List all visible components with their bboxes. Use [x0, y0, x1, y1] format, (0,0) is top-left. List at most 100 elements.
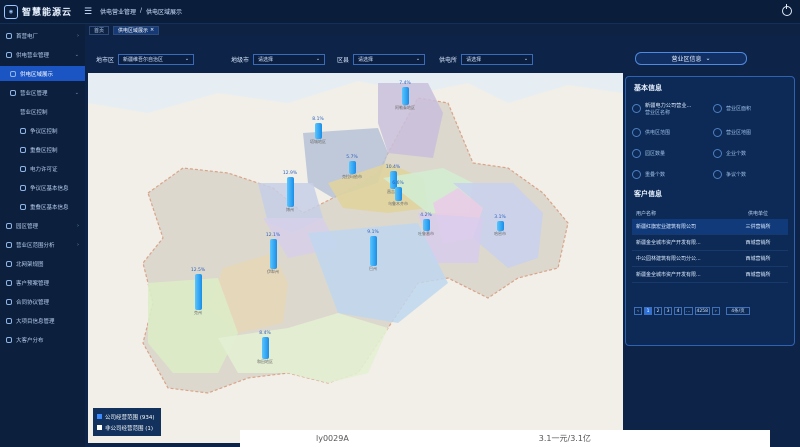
sidebar-item-home[interactable]: 首营电厂 ›: [0, 28, 85, 43]
page-button[interactable]: 4258: [694, 307, 710, 315]
map-bar-marker[interactable]: 12.9% 博州: [278, 171, 302, 213]
sidebar-item-dispute-info[interactable]: 争议区基本信息: [0, 180, 85, 195]
county-value: 请选择: [358, 56, 374, 63]
place-label: 和田地区: [257, 359, 273, 364]
tab-region-display[interactable]: 供电区域展示 ×: [113, 25, 160, 35]
place-label: 博州: [286, 207, 294, 212]
table-row[interactable]: 新疆金全城市资产开发有限... 西城营销所: [632, 235, 788, 251]
sidebar: 首营电厂 › 供电营业管理 ⌄ 供电区域展示 营业区管理 ⌄ 营业区控制 争议区控制 …: [0, 24, 85, 447]
legend-item[interactable]: 公司经营范围 (934): [97, 411, 157, 422]
sidebar-item-key-customers[interactable]: 大客户分布: [0, 332, 85, 347]
sidebar-item-scope-analysis[interactable]: 营业区范围分析 ›: [0, 237, 85, 252]
prefecture-label: 地市区: [96, 56, 115, 64]
tab-label: 首页: [94, 27, 105, 34]
sidebar-item-park[interactable]: 园区管理 ›: [0, 218, 85, 233]
bar-value-label: 12.5%: [190, 268, 206, 273]
bar-column: [314, 123, 322, 139]
basic-info-key: 营业区名称: [645, 109, 671, 116]
sidebar-item-grid-plan[interactable]: 北网架规图: [0, 256, 85, 271]
map-bar-marker[interactable]: 8.1% 塔城地区: [306, 117, 330, 145]
legend-label: 非公司经营范围 (1): [105, 425, 154, 432]
network-icon: [6, 260, 12, 267]
page-size-select[interactable]: 4条/页: [725, 307, 750, 315]
info-icon: [20, 184, 26, 191]
map-bar-marker[interactable]: 12.1% 伊犁州: [261, 233, 285, 275]
customer-name: 新疆红旗宏业建筑有限公司: [636, 224, 697, 230]
sidebar-item-license[interactable]: 电力许可证: [0, 161, 85, 176]
bar-column: [286, 177, 294, 207]
page-button[interactable]: 4: [674, 307, 682, 315]
sidebar-item-area-control[interactable]: 营业区控制: [0, 104, 85, 119]
page-button[interactable]: 2: [654, 307, 662, 315]
map-bar-marker[interactable]: 7.4% 阿勒泰地区: [393, 81, 417, 111]
power-icon[interactable]: [782, 4, 792, 16]
map-bar-marker[interactable]: 12.5% 克州: [186, 268, 210, 316]
xinjiang-map[interactable]: 7.4% 阿勒泰地区 8.1% 塔城地区 5.7% 克拉玛依市 10.4% 昌吉州 12.9% 博…: [88, 73, 623, 443]
top-bar: ◉ 智慧能源云 ☰ 供电营业管理 / 供电区域展示: [0, 0, 800, 24]
bar-value-label: 7.4%: [399, 81, 411, 86]
sidebar-item-customer-plan[interactable]: 客户预案管理: [0, 275, 85, 290]
sidebar-item-overlap-control[interactable]: 重叠区控制: [0, 142, 85, 157]
basic-info-title: 基本信息: [634, 84, 662, 92]
map-bar-marker[interactable]: 3.1% 哈密市: [488, 215, 512, 237]
county-select[interactable]: 请选择 ⌄: [353, 53, 426, 65]
sidebar-item-label: 重叠区基本信息: [30, 204, 69, 211]
city-select[interactable]: 请选择 ⌄: [253, 53, 326, 65]
tab-bar: 首页 供电区域展示 ×: [85, 24, 800, 36]
table-row[interactable]: 新疆红旗宏业建筑有限公司 三供营销所: [632, 219, 788, 235]
close-icon[interactable]: ×: [150, 27, 154, 33]
map-bar-marker[interactable]: 6.6% 乌鲁木齐市: [386, 181, 410, 207]
prefecture-select[interactable]: 新疆维吾尔自治区 ⌄: [118, 53, 195, 65]
legend-item[interactable]: 非公司经营范围 (1): [97, 422, 157, 433]
location-icon: [632, 104, 641, 113]
sidebar-item-label: 电力许可证: [30, 166, 58, 173]
company-select[interactable]: 请选择 ⌄: [461, 53, 534, 65]
menu-toggle-icon[interactable]: ☰: [84, 7, 94, 17]
sidebar-item-label: 首营电厂: [16, 33, 39, 40]
legend-label: 公司经营范围 (934): [105, 414, 155, 421]
sidebar-item-region-display[interactable]: 供电区域展示: [0, 66, 85, 81]
map-bar-marker[interactable]: 8.4% 和田地区: [253, 331, 277, 365]
table-row[interactable]: 中公园林建筑有限公司分公... 西城营销所: [632, 251, 788, 267]
basic-info-key: 园区数量: [645, 150, 666, 157]
users-icon: [6, 336, 12, 343]
sidebar-item-overlap-info[interactable]: 重叠区基本信息: [0, 199, 85, 214]
sidebar-item-business-area[interactable]: 营业区管理 ⌄: [0, 85, 85, 100]
page-button[interactable]: 3: [664, 307, 672, 315]
sidebar-item-project[interactable]: 大项目信息管理: [0, 313, 85, 328]
basic-info-key: 争议个数: [726, 171, 747, 178]
map-bar-marker[interactable]: 5.7% 克拉玛依市: [340, 155, 364, 180]
layers-icon: [20, 146, 26, 153]
sidebar-item-contract[interactable]: 合同协议管理: [0, 294, 85, 309]
supply-unit: 西城营销所: [745, 272, 771, 278]
place-label: 哈密市: [494, 231, 506, 236]
basic-info-cell: 园区数量: [632, 144, 707, 162]
project-icon: [6, 317, 12, 324]
region-info-button[interactable]: 营业区信息 ⌄: [635, 52, 747, 65]
sidebar-item-label: 合同协议管理: [16, 299, 50, 306]
area-icon: [713, 104, 722, 113]
map-bar-marker[interactable]: 9.1% 巴州: [361, 230, 385, 272]
place-label: 克拉玛依市: [342, 174, 362, 179]
user-icon: [6, 279, 12, 286]
tab-home[interactable]: 首页: [89, 25, 110, 35]
table-row[interactable]: 新疆金全城市资产开发有限... 西城营销所: [632, 267, 788, 283]
map-bar-marker[interactable]: 4.2% 吐鲁番市: [414, 213, 438, 237]
sidebar-item-dispute-control[interactable]: 争议区控制: [0, 123, 85, 138]
breadcrumb-item[interactable]: 供电营业管理: [100, 7, 136, 16]
next-page-button[interactable]: ›: [711, 307, 720, 315]
bar-value-label: 9.1%: [367, 230, 379, 235]
flag-icon: [20, 127, 26, 134]
sidebar-item-supply-business[interactable]: 供电营业管理 ⌄: [0, 47, 85, 62]
park-icon: [632, 148, 641, 158]
bar-value-label: 10.4%: [385, 165, 401, 170]
bar-value-label: 5.7%: [346, 155, 358, 160]
prev-page-button[interactable]: ‹: [634, 307, 642, 315]
page-button[interactable]: 1: [644, 307, 652, 315]
app-name: 智慧能源云: [22, 8, 73, 18]
bar-column: [422, 219, 430, 231]
chevron-down-icon: ⌄: [74, 51, 79, 58]
chevron-down-icon: ⌄: [705, 55, 711, 62]
bar-column: [401, 87, 409, 105]
basic-info-key: 营业区面积: [726, 106, 752, 112]
